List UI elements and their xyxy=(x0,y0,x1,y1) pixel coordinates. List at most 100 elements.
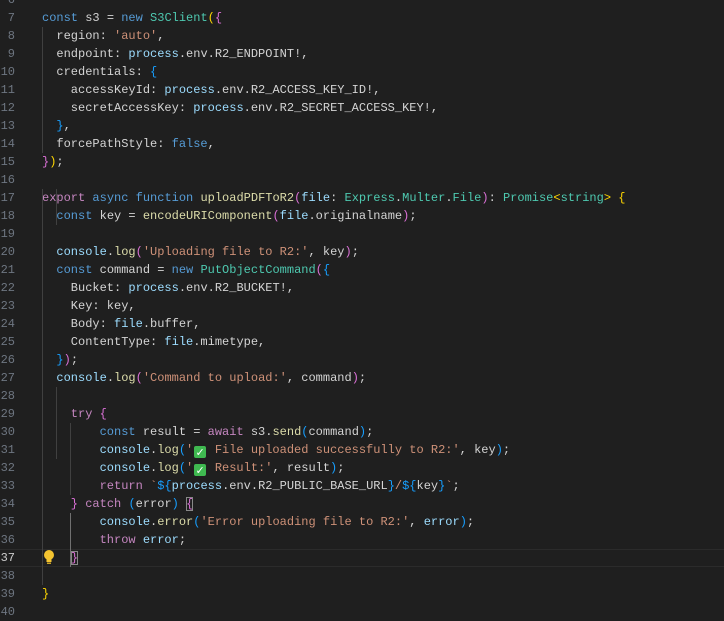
code-token: await xyxy=(207,425,244,439)
code-token: error xyxy=(157,515,194,529)
line-number: 30 xyxy=(0,425,15,439)
code-token: } xyxy=(70,551,79,565)
code-line[interactable]: 33 return `${process.env.R2_PUBLIC_BASE_… xyxy=(0,477,724,495)
code-token: key xyxy=(416,479,439,493)
code-line[interactable]: 38 xyxy=(0,567,724,585)
line-number: 26 xyxy=(0,353,15,367)
code-token: secretAccessKey: xyxy=(42,101,194,115)
code-line[interactable]: 30 const result = await s3.send(command)… xyxy=(0,423,724,441)
code-line[interactable]: 6 xyxy=(0,0,724,9)
line-code: }, xyxy=(42,117,71,135)
lightbulb-icon[interactable] xyxy=(43,549,55,565)
code-token: ` xyxy=(445,479,453,493)
code-token: async xyxy=(92,191,129,205)
code-token: command xyxy=(308,425,359,439)
code-line[interactable]: 13 }, xyxy=(0,117,724,135)
code-token: Key: key, xyxy=(42,299,136,313)
code-line[interactable]: 32 console.log('✅ Result:', result); xyxy=(0,459,724,480)
code-token: .env.R2_PUBLIC_BASE_URL xyxy=(222,479,388,493)
code-token: console xyxy=(99,515,151,529)
code-line[interactable]: 31 console.log('✅ File uploaded successf… xyxy=(0,441,724,462)
line-number: 22 xyxy=(0,281,15,295)
code-line[interactable]: 34 } catch (error) { xyxy=(0,495,724,513)
code-token: Result:' xyxy=(207,461,273,475)
indent-guide xyxy=(56,387,57,459)
code-line[interactable]: 9 endpoint: process.env.R2_ENDPOINT!, xyxy=(0,45,724,63)
code-token: process xyxy=(128,47,179,61)
code-line[interactable]: 15}); xyxy=(0,153,724,171)
code-token: { xyxy=(322,263,331,277)
line-number: 27 xyxy=(0,371,15,385)
code-line[interactable]: 20 console.log('Uploading file to R2:', … xyxy=(0,243,724,261)
code-line[interactable]: 24 Body: file.buffer, xyxy=(0,315,724,333)
code-token: PutObjectCommand xyxy=(200,263,316,277)
code-token: endpoint: xyxy=(42,47,129,61)
code-line[interactable]: 7 const s3 = new S3Client({ xyxy=(0,9,724,27)
line-number: 15 xyxy=(0,155,15,169)
code-token: ' xyxy=(186,461,194,475)
code-token: process xyxy=(128,281,179,295)
line-number: 31 xyxy=(0,443,15,457)
code-line[interactable]: 19 xyxy=(0,225,724,243)
line-code: Key: key, xyxy=(42,297,136,315)
code-line[interactable]: 25 ContentType: file.mimetype, xyxy=(0,333,724,351)
code-line[interactable]: 8 region: 'auto', xyxy=(0,27,724,45)
code-token: ) xyxy=(63,353,71,367)
code-token: ( xyxy=(315,263,323,277)
code-line[interactable]: 23 Key: key, xyxy=(0,297,724,315)
code-token: ( xyxy=(207,11,215,25)
code-line[interactable]: 39} xyxy=(0,585,724,603)
code-line[interactable]: 16 xyxy=(0,171,724,189)
code-line[interactable]: 12 secretAccessKey: process.env.R2_SECRE… xyxy=(0,99,724,117)
code-line[interactable]: 11 accessKeyId: process.env.R2_ACCESS_KE… xyxy=(0,81,724,99)
line-number: 6 xyxy=(7,0,15,7)
code-line[interactable]: 37 } xyxy=(0,549,724,567)
code-token: File xyxy=(452,191,482,205)
code-token: export xyxy=(42,191,86,205)
code-line[interactable]: 29 try { xyxy=(0,405,724,423)
code-token: s3. xyxy=(243,425,273,439)
code-token: file xyxy=(114,317,143,331)
code-token: ) xyxy=(351,371,359,385)
code-token: , xyxy=(63,119,71,133)
code-token: log xyxy=(114,371,136,385)
code-token: { xyxy=(618,191,626,205)
code-line[interactable]: 27 console.log('Command to upload:', com… xyxy=(0,369,724,387)
line-number: 40 xyxy=(0,605,15,619)
line-number: 10 xyxy=(0,65,15,79)
code-token: .env.R2_ENDPOINT!, xyxy=(178,47,309,61)
code-line[interactable]: 35 console.error('Error uploading file t… xyxy=(0,513,724,531)
code-token: error xyxy=(423,515,460,529)
indent-guide xyxy=(42,189,43,585)
line-number: 11 xyxy=(0,83,15,97)
code-token: accessKeyId: xyxy=(42,83,165,97)
code-line[interactable]: 26 }); xyxy=(0,351,724,369)
code-token: file xyxy=(164,335,194,349)
code-line[interactable]: 22 Bucket: process.env.R2_BUCKET!, xyxy=(0,279,724,297)
line-code: const s3 = new S3Client({ xyxy=(42,9,222,27)
code-editor[interactable]: 6 7 const s3 = new S3Client({8 region: 'au… xyxy=(0,0,724,621)
code-token: key = xyxy=(92,209,143,223)
code-token: , xyxy=(157,29,165,43)
line-code: console.log('Command to upload:', comman… xyxy=(42,369,366,387)
code-token: Bucket: xyxy=(42,281,129,295)
code-token: encodeURIComponent xyxy=(142,209,273,223)
code-line[interactable]: 40 xyxy=(0,603,724,621)
code-token: } xyxy=(42,353,64,367)
code-token: { xyxy=(150,65,158,79)
code-line[interactable]: 21 const command = new PutObjectCommand(… xyxy=(0,261,724,279)
code-line[interactable]: 36 throw error; xyxy=(0,531,724,549)
code-token: ; xyxy=(56,155,64,169)
code-line[interactable]: 10 credentials: { xyxy=(0,63,724,81)
line-number: 18 xyxy=(0,209,15,223)
code-token: S3Client xyxy=(150,11,208,25)
code-line[interactable]: 18 const key = encodeURIComponent(file.o… xyxy=(0,207,724,225)
code-token: ; xyxy=(70,353,79,367)
code-line[interactable]: 17 export async function uploadPDFToR2(fi… xyxy=(0,189,724,207)
code-line[interactable]: 28 xyxy=(0,387,724,405)
code-token: log xyxy=(157,443,179,457)
code-line[interactable]: 14 forcePathStyle: false, xyxy=(0,135,724,153)
code-token: false xyxy=(171,137,208,151)
code-token: ; xyxy=(178,533,187,547)
